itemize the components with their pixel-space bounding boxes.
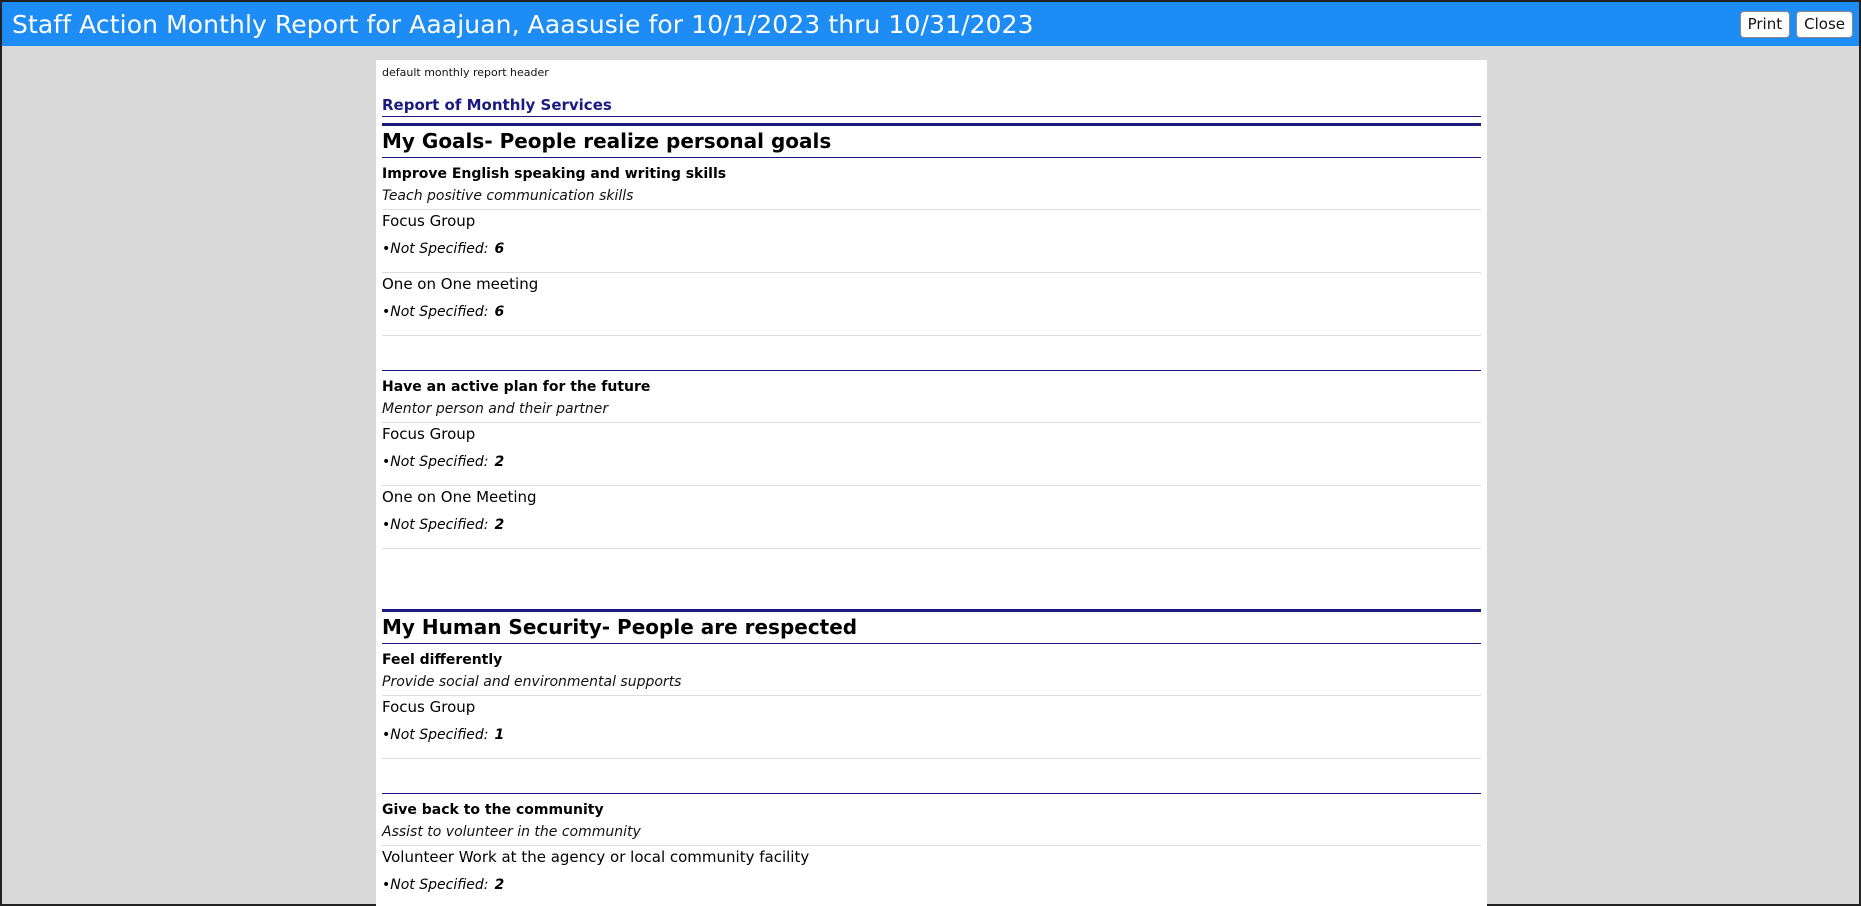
service-item: Volunteer Work at the agency or local co… (382, 846, 1481, 906)
goal-subtitle: Mentor person and their partner (382, 398, 1481, 423)
title-bar-actions: Print Close (1739, 10, 1853, 38)
report-header-text: default monthly report header (382, 66, 549, 79)
section-my-human-security: My Human Security- People are respected … (382, 609, 1481, 906)
service-count-label: •Not Specified: (382, 454, 489, 470)
service-count-value: 1 (494, 727, 505, 743)
section-my-goals: My Goals- People realize personal goals … (382, 123, 1481, 603)
service-count-row: •Not Specified: 2 (382, 877, 1481, 906)
report-title: Report of Monthly Services (382, 96, 1481, 117)
service-count-row: •Not Specified: 2 (382, 454, 1481, 485)
service-item: Focus Group •Not Specified: 6 (382, 210, 1481, 273)
service-count-label: •Not Specified: (382, 727, 489, 743)
service-name: Focus Group (382, 425, 476, 443)
service-item: One on One Meeting •Not Specified: 2 (382, 486, 1481, 549)
service-name: One on One meeting (382, 275, 539, 293)
goal-title: Feel differently (382, 652, 503, 668)
service-item: Focus Group •Not Specified: 2 (382, 423, 1481, 486)
goal-block: Give back to the community Assist to vol… (382, 793, 1481, 906)
service-name: Focus Group (382, 212, 476, 230)
goal-subtitle: Provide social and environmental support… (382, 671, 1481, 696)
service-count-row: •Not Specified: 1 (382, 727, 1481, 758)
goal-block: Feel differently Provide social and envi… (382, 644, 1481, 793)
service-count-value: 6 (494, 304, 505, 320)
service-count-value: 2 (494, 517, 505, 533)
section-heading: My Human Security- People are respected (382, 609, 1481, 644)
goal-subtitle: Assist to volunteer in the community (382, 821, 1481, 846)
service-name: Volunteer Work at the agency or local co… (382, 848, 810, 866)
service-count-row: •Not Specified: 6 (382, 304, 1481, 335)
service-count-label: •Not Specified: (382, 241, 489, 257)
service-count-row: •Not Specified: 6 (382, 241, 1481, 272)
service-count-value: 2 (494, 454, 505, 470)
goal-block: Improve English speaking and writing ski… (382, 158, 1481, 370)
service-count-label: •Not Specified: (382, 304, 489, 320)
service-count-label: •Not Specified: (382, 517, 489, 533)
window-title: Staff Action Monthly Report for Aaajuan,… (12, 9, 1034, 39)
service-item: One on One meeting •Not Specified: 6 (382, 273, 1481, 336)
service-name: One on One Meeting (382, 488, 537, 506)
service-count-value: 6 (494, 241, 505, 257)
title-bar: Staff Action Monthly Report for Aaajuan,… (2, 2, 1859, 46)
service-item: Focus Group •Not Specified: 1 (382, 696, 1481, 759)
print-button[interactable]: Print (1739, 10, 1791, 38)
service-count-label: •Not Specified: (382, 877, 489, 893)
service-count-row: •Not Specified: 2 (382, 517, 1481, 548)
section-heading: My Goals- People realize personal goals (382, 123, 1481, 158)
goal-title: Give back to the community (382, 802, 604, 818)
service-count-value: 2 (494, 877, 505, 893)
service-name: Focus Group (382, 698, 476, 716)
goal-block: Have an active plan for the future Mento… (382, 370, 1481, 603)
goal-title: Improve English speaking and writing ski… (382, 166, 727, 182)
report-page: default monthly report header Report of … (376, 60, 1487, 906)
goal-subtitle: Teach positive communication skills (382, 185, 1481, 210)
goal-title: Have an active plan for the future (382, 379, 651, 395)
close-button[interactable]: Close (1796, 10, 1853, 38)
